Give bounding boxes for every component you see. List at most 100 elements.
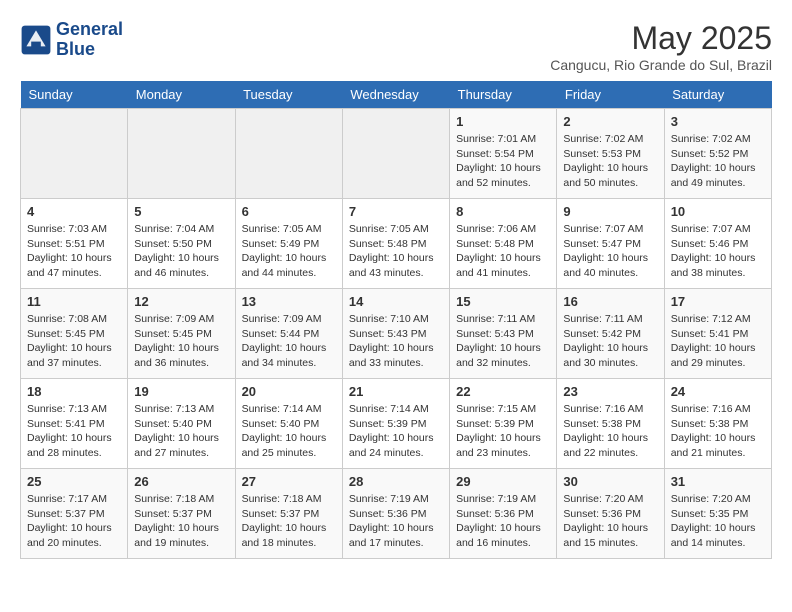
calendar-cell: 17Sunrise: 7:12 AM Sunset: 5:41 PM Dayli… bbox=[664, 289, 771, 379]
calendar-cell: 11 Sunrise: 7:08 AM Sunset: 5:45 PM Dayli… bbox=[21, 289, 128, 379]
day-number: 7 bbox=[349, 204, 443, 219]
day-info: Sunrise: 7:05 AM Sunset: 5:48 PM Dayligh… bbox=[349, 222, 443, 281]
day-number: 18 bbox=[27, 384, 121, 399]
calendar-cell: 6 Sunrise: 7:05 AM Sunset: 5:49 PM Daylig… bbox=[235, 199, 342, 289]
day-info: Sunrise: 7:07 AM Sunset: 5:47 PM Dayligh… bbox=[563, 222, 657, 281]
calendar-cell: 7 Sunrise: 7:05 AM Sunset: 5:48 PM Daylig… bbox=[342, 199, 449, 289]
calendar-cell bbox=[128, 109, 235, 199]
calendar-cell: 18 Sunrise: 7:13 AM Sunset: 5:41 PM Dayli… bbox=[21, 379, 128, 469]
day-info: Sunrise: 7:09 AM Sunset: 5:44 PM Dayligh… bbox=[242, 312, 336, 371]
calendar-cell: 1 Sunrise: 7:01 AM Sunset: 5:54 PM Daylig… bbox=[450, 109, 557, 199]
day-number: 19 bbox=[134, 384, 228, 399]
day-number: 14 bbox=[349, 294, 443, 309]
calendar-cell: 29 Sunrise: 7:19 AM Sunset: 5:36 PM Dayli… bbox=[450, 469, 557, 559]
calendar-cell: 30Sunrise: 7:20 AM Sunset: 5:36 PM Dayli… bbox=[557, 469, 664, 559]
header-friday: Friday bbox=[557, 81, 664, 109]
day-number: 5 bbox=[134, 204, 228, 219]
day-number: 23 bbox=[563, 384, 657, 399]
day-number: 25 bbox=[27, 474, 121, 489]
calendar-cell: 23Sunrise: 7:16 AM Sunset: 5:38 PM Dayli… bbox=[557, 379, 664, 469]
calendar-cell: 16Sunrise: 7:11 AM Sunset: 5:42 PM Dayli… bbox=[557, 289, 664, 379]
calendar-cell bbox=[21, 109, 128, 199]
calendar-cell: 27Sunrise: 7:18 AM Sunset: 5:37 PM Dayli… bbox=[235, 469, 342, 559]
day-number: 24 bbox=[671, 384, 765, 399]
day-info: Sunrise: 7:10 AM Sunset: 5:43 PM Dayligh… bbox=[349, 312, 443, 371]
calendar-week-4: 18 Sunrise: 7:13 AM Sunset: 5:41 PM Dayli… bbox=[21, 379, 772, 469]
header-thursday: Thursday bbox=[450, 81, 557, 109]
day-number: 30 bbox=[563, 474, 657, 489]
header-saturday: Saturday bbox=[664, 81, 771, 109]
logo-line1: General bbox=[56, 20, 123, 40]
day-number: 6 bbox=[242, 204, 336, 219]
day-number: 12 bbox=[134, 294, 228, 309]
day-number: 21 bbox=[349, 384, 443, 399]
day-info: Sunrise: 7:13 AM Sunset: 5:40 PM Dayligh… bbox=[134, 402, 228, 461]
day-info: Sunrise: 7:03 AM Sunset: 5:51 PM Dayligh… bbox=[27, 222, 121, 281]
day-number: 4 bbox=[27, 204, 121, 219]
day-number: 26 bbox=[134, 474, 228, 489]
calendar-cell: 3Sunrise: 7:02 AM Sunset: 5:52 PM Daylig… bbox=[664, 109, 771, 199]
calendar-cell: 12 Sunrise: 7:09 AM Sunset: 5:45 PM Dayli… bbox=[128, 289, 235, 379]
calendar-cell: 2Sunrise: 7:02 AM Sunset: 5:53 PM Daylig… bbox=[557, 109, 664, 199]
day-info: Sunrise: 7:19 AM Sunset: 5:36 PM Dayligh… bbox=[349, 492, 443, 551]
calendar-header-row: SundayMondayTuesdayWednesdayThursdayFrid… bbox=[21, 81, 772, 109]
calendar-cell bbox=[342, 109, 449, 199]
title-block: May 2025 Cangucu, Rio Grande do Sul, Bra… bbox=[550, 20, 772, 73]
calendar-table: SundayMondayTuesdayWednesdayThursdayFrid… bbox=[20, 81, 772, 559]
day-number: 9 bbox=[563, 204, 657, 219]
page-header: General Blue May 2025 Cangucu, Rio Grand… bbox=[20, 20, 772, 73]
day-info: Sunrise: 7:04 AM Sunset: 5:50 PM Dayligh… bbox=[134, 222, 228, 281]
day-number: 8 bbox=[456, 204, 550, 219]
logo: General Blue bbox=[20, 20, 123, 60]
day-info: Sunrise: 7:19 AM Sunset: 5:36 PM Dayligh… bbox=[456, 492, 550, 551]
calendar-cell bbox=[235, 109, 342, 199]
calendar-cell: 28 Sunrise: 7:19 AM Sunset: 5:36 PM Dayli… bbox=[342, 469, 449, 559]
calendar-cell: 24 Sunrise: 7:16 AM Sunset: 5:38 PM Dayli… bbox=[664, 379, 771, 469]
day-info: Sunrise: 7:08 AM Sunset: 5:45 PM Dayligh… bbox=[27, 312, 121, 371]
day-number: 28 bbox=[349, 474, 443, 489]
logo-line2: Blue bbox=[56, 40, 123, 60]
calendar-cell: 14 Sunrise: 7:10 AM Sunset: 5:43 PM Dayli… bbox=[342, 289, 449, 379]
day-number: 10 bbox=[671, 204, 765, 219]
day-info: Sunrise: 7:18 AM Sunset: 5:37 PM Dayligh… bbox=[242, 492, 336, 551]
calendar-cell: 4 Sunrise: 7:03 AM Sunset: 5:51 PM Daylig… bbox=[21, 199, 128, 289]
day-info: Sunrise: 7:14 AM Sunset: 5:40 PM Dayligh… bbox=[242, 402, 336, 461]
header-wednesday: Wednesday bbox=[342, 81, 449, 109]
calendar-cell: 21 Sunrise: 7:14 AM Sunset: 5:39 PM Dayli… bbox=[342, 379, 449, 469]
calendar-cell: 20 Sunrise: 7:14 AM Sunset: 5:40 PM Dayli… bbox=[235, 379, 342, 469]
day-info: Sunrise: 7:12 AM Sunset: 5:41 PM Dayligh… bbox=[671, 312, 765, 371]
day-info: Sunrise: 7:07 AM Sunset: 5:46 PM Dayligh… bbox=[671, 222, 765, 281]
calendar-cell: 15Sunrise: 7:11 AM Sunset: 5:43 PM Dayli… bbox=[450, 289, 557, 379]
day-info: Sunrise: 7:06 AM Sunset: 5:48 PM Dayligh… bbox=[456, 222, 550, 281]
day-number: 29 bbox=[456, 474, 550, 489]
day-info: Sunrise: 7:16 AM Sunset: 5:38 PM Dayligh… bbox=[671, 402, 765, 461]
day-number: 31 bbox=[671, 474, 765, 489]
calendar-cell: 26 Sunrise: 7:18 AM Sunset: 5:37 PM Dayli… bbox=[128, 469, 235, 559]
day-info: Sunrise: 7:14 AM Sunset: 5:39 PM Dayligh… bbox=[349, 402, 443, 461]
day-number: 20 bbox=[242, 384, 336, 399]
location: Cangucu, Rio Grande do Sul, Brazil bbox=[550, 57, 772, 73]
day-info: Sunrise: 7:02 AM Sunset: 5:53 PM Dayligh… bbox=[563, 132, 657, 191]
day-info: Sunrise: 7:18 AM Sunset: 5:37 PM Dayligh… bbox=[134, 492, 228, 551]
day-number: 11 bbox=[27, 294, 121, 309]
calendar-cell: 10 Sunrise: 7:07 AM Sunset: 5:46 PM Dayli… bbox=[664, 199, 771, 289]
day-number: 16 bbox=[563, 294, 657, 309]
month-title: May 2025 bbox=[550, 20, 772, 57]
logo-icon bbox=[20, 24, 52, 56]
calendar-cell: 22 Sunrise: 7:15 AM Sunset: 5:39 PM Dayli… bbox=[450, 379, 557, 469]
header-sunday: Sunday bbox=[21, 81, 128, 109]
calendar-week-2: 4 Sunrise: 7:03 AM Sunset: 5:51 PM Daylig… bbox=[21, 199, 772, 289]
day-info: Sunrise: 7:13 AM Sunset: 5:41 PM Dayligh… bbox=[27, 402, 121, 461]
day-info: Sunrise: 7:15 AM Sunset: 5:39 PM Dayligh… bbox=[456, 402, 550, 461]
day-info: Sunrise: 7:05 AM Sunset: 5:49 PM Dayligh… bbox=[242, 222, 336, 281]
day-info: Sunrise: 7:20 AM Sunset: 5:35 PM Dayligh… bbox=[671, 492, 765, 551]
day-info: Sunrise: 7:09 AM Sunset: 5:45 PM Dayligh… bbox=[134, 312, 228, 371]
day-info: Sunrise: 7:02 AM Sunset: 5:52 PM Dayligh… bbox=[671, 132, 765, 191]
day-info: Sunrise: 7:01 AM Sunset: 5:54 PM Dayligh… bbox=[456, 132, 550, 191]
day-number: 22 bbox=[456, 384, 550, 399]
day-number: 1 bbox=[456, 114, 550, 129]
calendar-cell: 9 Sunrise: 7:07 AM Sunset: 5:47 PM Daylig… bbox=[557, 199, 664, 289]
logo-text: General Blue bbox=[56, 20, 123, 60]
calendar-week-5: 25Sunrise: 7:17 AM Sunset: 5:37 PM Dayli… bbox=[21, 469, 772, 559]
calendar-week-3: 11 Sunrise: 7:08 AM Sunset: 5:45 PM Dayli… bbox=[21, 289, 772, 379]
